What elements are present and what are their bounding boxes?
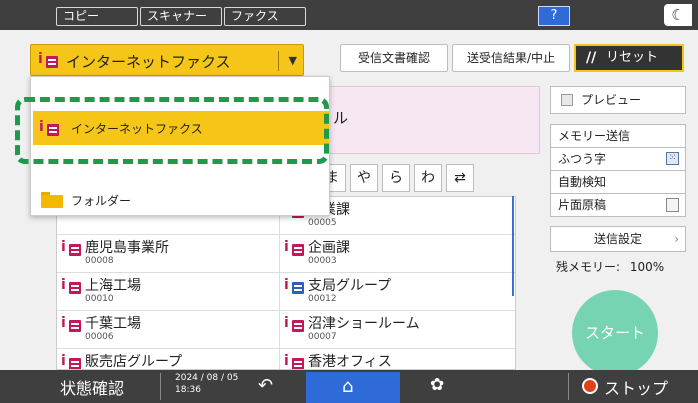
back-icon[interactable]: ↶	[258, 375, 273, 396]
energy-saver-button[interactable]: ☾	[664, 4, 692, 26]
tx-settings-label: 送信設定	[593, 232, 642, 246]
time-display: 18:36	[175, 385, 201, 395]
internet-fax-icon: i	[61, 315, 81, 334]
internet-fax-icon: i	[284, 353, 304, 369]
tx-settings-button[interactable]: 送信設定 ›	[550, 226, 686, 252]
reset-button[interactable]: // リセット	[574, 44, 684, 72]
destination-type-select[interactable]: i インターネットファクス ▼	[30, 44, 304, 76]
index-tab-wa[interactable]: わ	[414, 164, 442, 192]
memory-tx-button[interactable]: メモリー送信	[550, 124, 686, 148]
resolution-icon: ⁙	[666, 152, 679, 165]
tab-fax-label: ファクス	[231, 9, 279, 23]
contact-name: 鹿児島事業所	[85, 240, 169, 256]
index-tab-ra[interactable]: ら	[382, 164, 410, 192]
switch-icon: ⇄	[454, 170, 466, 186]
gear-icon[interactable]: ✿	[430, 375, 444, 395]
list-item[interactable]: i 支局グループ 00012	[280, 273, 515, 311]
home-button[interactable]: ⌂	[306, 372, 400, 403]
internet-fax-icon: i	[61, 353, 81, 369]
top-bar: コピー スキャナー ファクス	[0, 0, 698, 30]
stop-button[interactable]: ストップ	[604, 375, 668, 399]
destination-list: 00001 i 営業課 00005 i 鹿児島事業所 00008 i 企画課 0…	[56, 196, 516, 370]
list-item[interactable]: i 鹿児島事業所 00008	[57, 235, 279, 273]
list-item[interactable]: i 沼津ショールーム 00007	[280, 311, 515, 349]
moon-icon: ☾	[671, 6, 685, 24]
tab-fax[interactable]: ファクス	[224, 7, 306, 26]
tab-scanner-label: スキャナー	[147, 9, 208, 23]
index-tab-ya[interactable]: や	[350, 164, 378, 192]
index-tab-label: ら	[389, 170, 403, 186]
internet-fax-group-icon: i	[284, 277, 304, 296]
preview-label: プレビュー	[581, 93, 642, 107]
received-docs-button[interactable]: 受信文書確認	[340, 44, 448, 72]
contact-name: 企画課	[308, 240, 350, 256]
resolution-label: ふつう字	[558, 152, 607, 166]
received-docs-label: 受信文書確認	[357, 51, 430, 65]
contact-number: 00003	[308, 256, 337, 266]
preview-toggle[interactable]: プレビュー	[550, 86, 686, 114]
contact-name: 上海工場	[85, 278, 141, 294]
contact-name: 香港オフィス	[308, 354, 392, 370]
reset-label: リセット	[606, 50, 659, 65]
home-icon: ⌂	[342, 376, 354, 397]
internet-fax-icon: i	[61, 239, 81, 258]
contact-number: 00012	[308, 294, 337, 304]
tx-results-label: 送受信結果/中止	[466, 51, 556, 65]
resolution-button[interactable]: ふつう字 ⁙	[550, 147, 686, 171]
memory-tx-label: メモリー送信	[558, 129, 631, 143]
list-item[interactable]: i 販売店グループ	[57, 349, 279, 370]
list-item[interactable]: i 企画課 00003	[280, 235, 515, 273]
checkbox-icon	[561, 94, 573, 106]
contact-number: 00007	[308, 332, 337, 342]
tab-copy[interactable]: コピー	[56, 7, 138, 26]
status-check-button[interactable]: 状態確認	[60, 375, 124, 399]
dropdown-option-folder[interactable]: フォルダー	[33, 185, 329, 215]
folder-icon	[41, 192, 63, 208]
tx-results-button[interactable]: 送受信結果/中止	[452, 44, 570, 72]
contact-number: 00005	[308, 218, 337, 228]
stop-icon	[582, 378, 598, 394]
single-side-icon	[666, 198, 679, 212]
original-side-label: 片面原稿	[558, 198, 607, 212]
index-tab-label: わ	[421, 170, 435, 186]
internet-fax-icon: i	[38, 51, 58, 70]
auto-detect-button[interactable]: 自動検知	[550, 170, 686, 194]
start-label: スタート	[584, 324, 645, 342]
contact-number: 00008	[85, 256, 114, 266]
entry-text: ル	[333, 109, 349, 127]
memory-remaining-label: 残メモリー:	[556, 260, 621, 274]
original-side-button[interactable]: 片面原稿	[550, 193, 686, 217]
contact-name: 支局グループ	[308, 278, 392, 294]
list-item[interactable]: i 上海工場 00010	[57, 273, 279, 311]
contact-number: 00010	[85, 294, 114, 304]
contact-name: 千葉工場	[85, 316, 141, 332]
list-scrollbar[interactable]	[512, 196, 514, 296]
start-button[interactable]: スタート	[572, 290, 658, 376]
chevron-right-icon: ›	[674, 232, 679, 246]
contact-number: 00006	[85, 332, 114, 342]
highlight-annotation	[15, 97, 329, 164]
help-icon: ?	[550, 8, 558, 23]
date-display: 2024 / 08 / 05	[175, 373, 239, 383]
tab-copy-label: コピー	[63, 9, 100, 23]
internet-fax-icon: i	[284, 315, 304, 334]
help-button[interactable]: ?	[538, 6, 570, 26]
tab-scanner[interactable]: スキャナー	[140, 7, 222, 26]
contact-name: 沼津ショールーム	[308, 316, 420, 332]
list-item[interactable]: i 千葉工場 00006	[57, 311, 279, 349]
auto-detect-label: 自動検知	[558, 175, 607, 189]
destination-type-label: インターネットファクス	[66, 53, 231, 71]
contact-name: 販売店グループ	[85, 354, 183, 370]
memory-remaining-value: 100%	[629, 260, 665, 274]
internet-fax-icon: i	[61, 277, 81, 296]
reset-icon: //	[586, 50, 597, 66]
chevron-down-icon: ▼	[288, 54, 297, 67]
index-tab-label: や	[357, 170, 371, 186]
index-tab-switch[interactable]: ⇄	[446, 164, 474, 192]
internet-fax-icon: i	[284, 239, 304, 258]
list-item[interactable]: i 香港オフィス	[280, 349, 515, 370]
dropdown-option-label: フォルダー	[71, 194, 132, 208]
memory-remaining: 残メモリー: 100%	[556, 258, 664, 275]
